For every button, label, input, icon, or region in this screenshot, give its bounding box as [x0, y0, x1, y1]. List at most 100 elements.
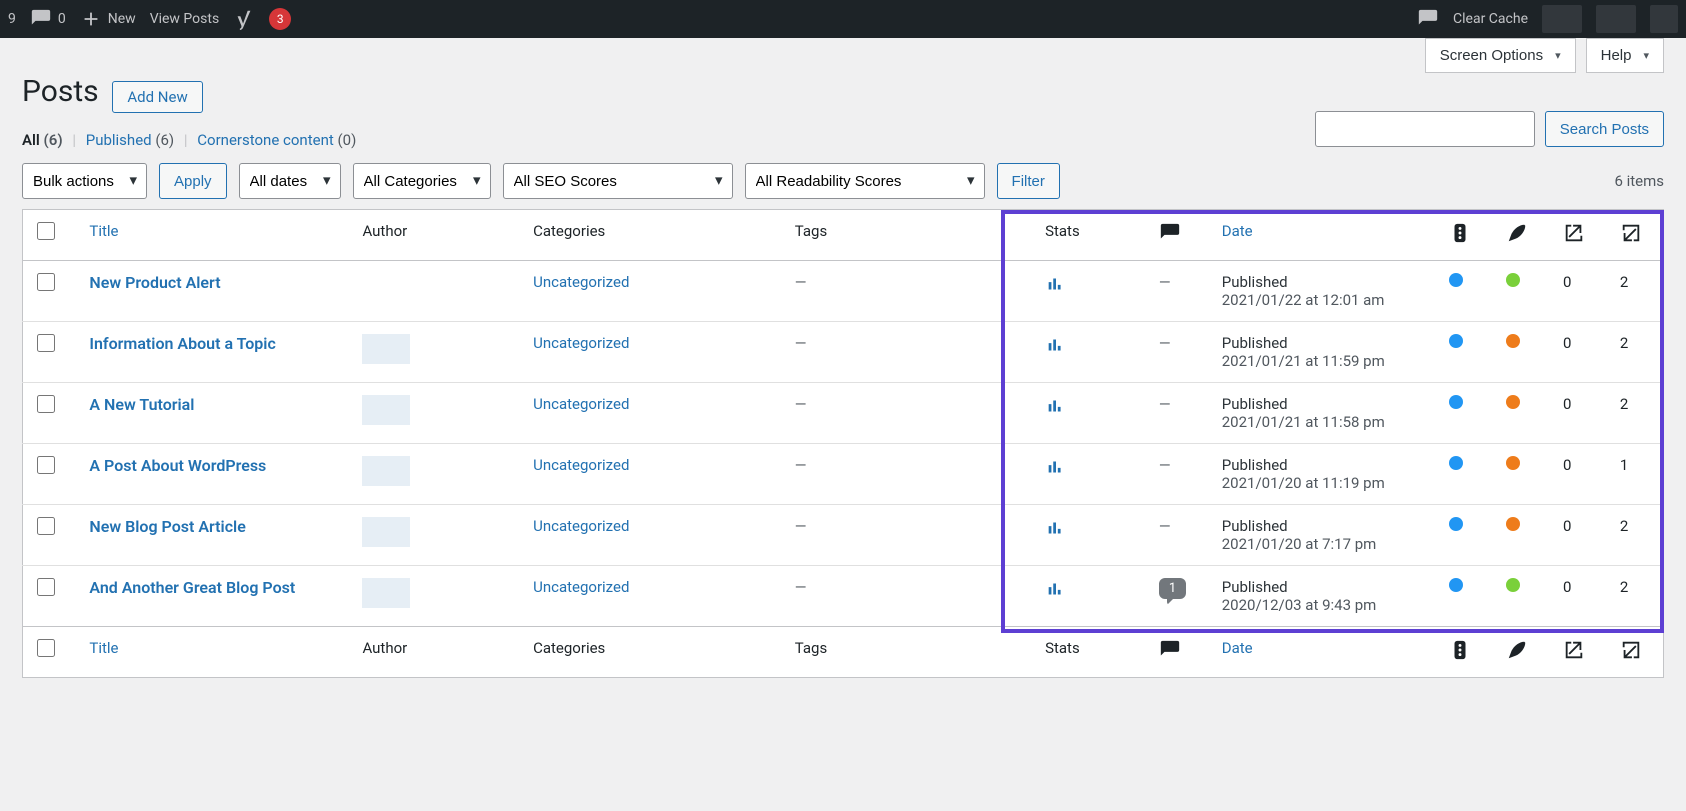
table-row: New Blog Post Article Uncategorized — — … [23, 505, 1664, 566]
ab-darkbox2 [1596, 5, 1636, 33]
filter-cornerstone[interactable]: Cornerstone content (0) [197, 131, 356, 149]
ab-new[interactable]: New [80, 8, 136, 30]
post-title-link[interactable]: New Product Alert [89, 273, 220, 292]
outgoing-count: 0 [1549, 261, 1606, 322]
category-link[interactable]: Uncategorized [533, 456, 629, 474]
outgoing-count: 0 [1549, 322, 1606, 383]
date-when: 2021/01/22 at 12:01 am [1222, 291, 1385, 309]
category-link[interactable]: Uncategorized [533, 334, 629, 352]
apply-button[interactable]: Apply [159, 163, 227, 199]
date-when: 2021/01/21 at 11:58 pm [1222, 413, 1385, 431]
tags-dash: — [795, 578, 807, 596]
select-all-checkbox[interactable] [37, 639, 55, 657]
help-button[interactable]: Help [1586, 38, 1664, 73]
stats-cell[interactable] [1031, 322, 1145, 383]
category-link[interactable]: Uncategorized [533, 273, 629, 291]
col-tags: Tags [781, 210, 1031, 261]
col-comments[interactable] [1145, 210, 1208, 261]
dates-select[interactable]: All dates [239, 163, 341, 199]
add-new-button[interactable]: Add New [112, 81, 202, 113]
category-link[interactable]: Uncategorized [533, 578, 629, 596]
row-checkbox[interactable] [37, 456, 55, 474]
stats-cell[interactable] [1031, 505, 1145, 566]
col-outgoing[interactable] [1549, 210, 1606, 261]
row-checkbox[interactable] [37, 273, 55, 291]
row-checkbox[interactable] [37, 395, 55, 413]
col-outgoing[interactable] [1549, 627, 1606, 678]
col-stats: Stats [1031, 627, 1145, 678]
speech-icon [1417, 8, 1439, 30]
date-status: Published [1222, 456, 1422, 474]
post-title-link[interactable]: A Post About WordPress [89, 456, 266, 475]
ab-yoast[interactable] [233, 8, 255, 30]
col-comments[interactable] [1145, 627, 1208, 678]
author-cell [348, 444, 519, 505]
page-title: Posts [22, 50, 99, 109]
readability-dot [1506, 578, 1520, 592]
filter-all[interactable]: All (6) [22, 131, 63, 149]
seo-select[interactable]: All SEO Scores [503, 163, 733, 199]
col-title[interactable]: Title [89, 222, 118, 240]
col-date[interactable]: Date [1222, 639, 1253, 657]
post-title-link[interactable]: A New Tutorial [89, 395, 194, 414]
search-button[interactable]: Search Posts [1545, 111, 1664, 147]
date-when: 2021/01/21 at 11:59 pm [1222, 352, 1385, 370]
stats-icon [1045, 273, 1067, 295]
ab-new-label: New [108, 11, 136, 27]
row-checkbox[interactable] [37, 578, 55, 596]
col-readability[interactable] [1492, 210, 1549, 261]
post-title-link[interactable]: Information About a Topic [89, 334, 275, 353]
readability-dot [1506, 456, 1520, 470]
category-link[interactable]: Uncategorized [533, 395, 629, 413]
category-link[interactable]: Uncategorized [533, 517, 629, 535]
row-checkbox[interactable] [37, 334, 55, 352]
stats-cell[interactable] [1031, 566, 1145, 627]
ab-updates[interactable]: 9 [8, 11, 16, 27]
row-checkbox[interactable] [37, 517, 55, 535]
col-date[interactable]: Date [1222, 222, 1253, 240]
stats-cell[interactable] [1031, 383, 1145, 444]
ab-clear-cache[interactable]: Clear Cache [1453, 11, 1528, 27]
filter-button[interactable]: Filter [997, 163, 1060, 199]
col-incoming[interactable] [1606, 627, 1664, 678]
yoast-icon [233, 8, 255, 30]
comments-count[interactable]: 1 [1159, 578, 1186, 599]
ab-badge[interactable]: 3 [269, 8, 291, 30]
select-all-checkbox[interactable] [37, 222, 55, 240]
outgoing-count: 0 [1549, 383, 1606, 444]
search-input[interactable] [1315, 111, 1535, 147]
date-status: Published [1222, 395, 1422, 413]
comments-dash: — [1159, 334, 1171, 352]
stats-cell[interactable] [1031, 261, 1145, 322]
stats-cell[interactable] [1031, 444, 1145, 505]
items-count: 6 items [1614, 172, 1664, 190]
screen-options-button[interactable]: Screen Options [1425, 38, 1576, 73]
bulk-actions-select[interactable]: Bulk actions [22, 163, 147, 199]
col-seo[interactable] [1435, 210, 1492, 261]
ab-comments[interactable]: 0 [30, 8, 66, 30]
plus-icon [80, 8, 102, 30]
col-readability[interactable] [1492, 627, 1549, 678]
col-incoming[interactable] [1606, 210, 1664, 261]
date-status: Published [1222, 273, 1422, 291]
ab-speech[interactable] [1417, 8, 1439, 30]
filter-published[interactable]: Published (6) [86, 131, 174, 149]
comments-dash: — [1159, 395, 1171, 413]
post-title-link[interactable]: New Blog Post Article [89, 517, 245, 536]
seo-dot [1449, 273, 1463, 287]
col-title[interactable]: Title [89, 639, 118, 657]
categories-select[interactable]: All Categories [353, 163, 491, 199]
tags-dash: — [795, 334, 807, 352]
outgoing-count: 0 [1549, 566, 1606, 627]
feather-icon [1506, 222, 1528, 244]
table-row: A New Tutorial Uncategorized — — Publish… [23, 383, 1664, 444]
readability-select[interactable]: All Readability Scores [745, 163, 985, 199]
ab-view-posts[interactable]: View Posts [150, 11, 220, 27]
col-seo[interactable] [1435, 627, 1492, 678]
incoming-count: 2 [1606, 261, 1664, 322]
author-avatar [362, 517, 410, 547]
post-title-link[interactable]: And Another Great Blog Post [89, 578, 295, 597]
author-cell [348, 261, 519, 322]
comment-icon [30, 8, 52, 30]
incoming-count: 2 [1606, 322, 1664, 383]
